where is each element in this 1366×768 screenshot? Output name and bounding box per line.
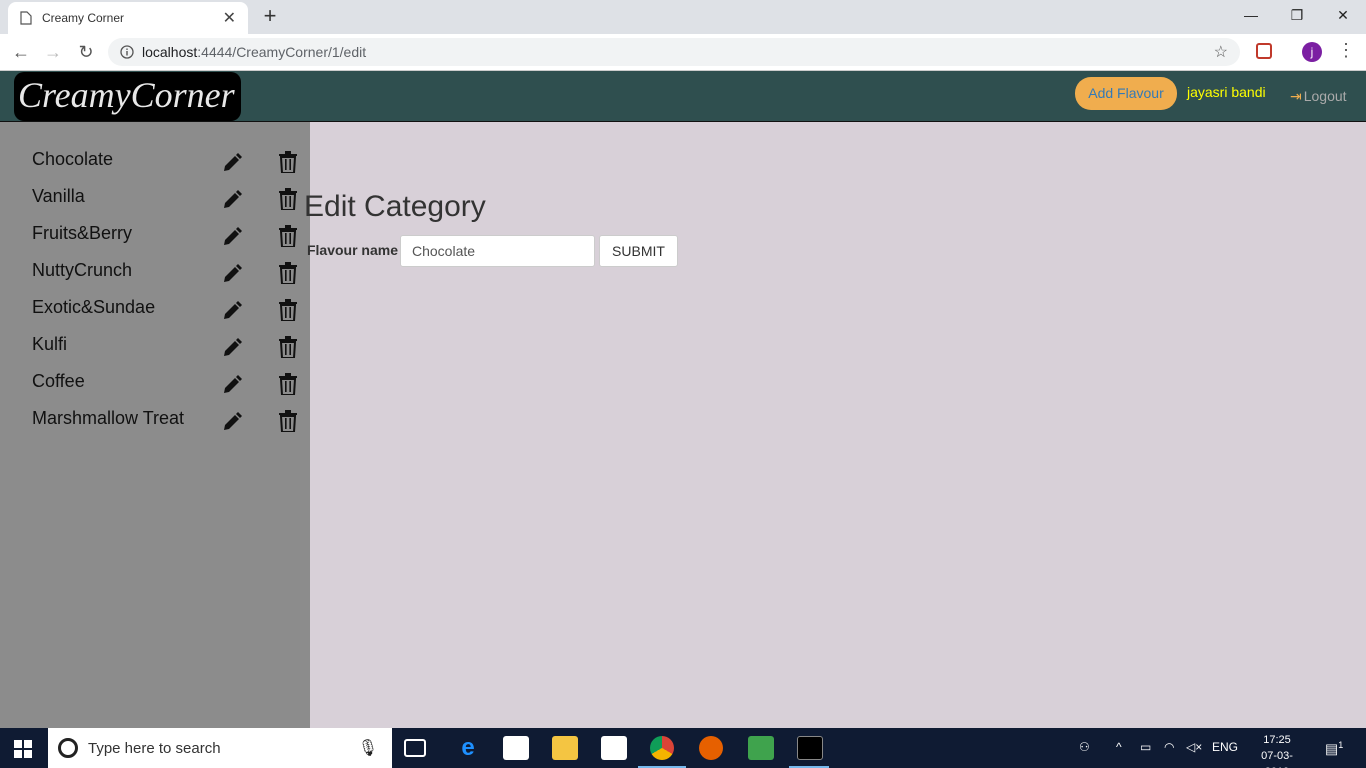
taskbar-search[interactable]: Type here to search 🎙 (48, 728, 392, 768)
mail-icon[interactable] (601, 736, 627, 760)
page-title: Edit Category (304, 190, 486, 223)
notepad-plus-icon[interactable] (748, 736, 774, 760)
sidebar-item-label[interactable]: Marshmallow Treat (32, 408, 184, 429)
flavour-name-label: Flavour name: (306, 242, 398, 258)
sidebar-item-label[interactable]: Kulfi (32, 334, 67, 355)
profile-avatar[interactable]: j (1302, 42, 1322, 62)
edit-pencil-icon[interactable] (222, 227, 242, 247)
tab-title: Creamy Corner (42, 11, 125, 25)
app-logo[interactable]: CreamyCorner (14, 72, 241, 121)
reload-button[interactable]: ↻ (74, 40, 98, 64)
sidebar-item: Exotic&Sundae (0, 297, 310, 334)
volume-icon[interactable]: ◁× (1186, 740, 1202, 754)
edit-pencil-icon[interactable] (222, 301, 242, 321)
logout-label: Logout (1303, 88, 1347, 104)
restore-button[interactable]: ❐ (1274, 0, 1320, 30)
trash-icon[interactable] (278, 336, 298, 358)
minimize-button[interactable]: — (1228, 0, 1274, 30)
sidebar-item-label[interactable]: Chocolate (32, 149, 113, 170)
bookmark-star-icon[interactable]: ☆ (1214, 42, 1228, 62)
edge-icon[interactable]: e (455, 736, 481, 760)
clock-date: 07-03-2019 (1261, 750, 1293, 768)
forward-button[interactable]: → (41, 40, 65, 64)
notification-icon[interactable]: ▤1 (1325, 740, 1343, 758)
sidebar-item: Chocolate (0, 149, 310, 186)
trash-icon[interactable] (278, 262, 298, 284)
logout-link[interactable]: ⇥ Logout (1290, 88, 1347, 105)
file-explorer-icon[interactable] (552, 736, 578, 760)
submit-button[interactable]: SUBMIT (599, 235, 678, 267)
store-icon[interactable] (503, 736, 529, 760)
terminal-icon[interactable] (797, 736, 823, 760)
sidebar-item: NuttyCrunch (0, 260, 310, 297)
notification-count: 1 (1338, 740, 1344, 750)
sidebar-item-label[interactable]: NuttyCrunch (32, 260, 132, 281)
sidebar-item-label[interactable]: Vanilla (32, 186, 85, 207)
browser-tab-strip: Creamy Corner ✕ + — ❐ ✕ (0, 0, 1366, 34)
browser-menu-icon[interactable]: ⋮ (1337, 40, 1355, 61)
edit-pencil-icon[interactable] (222, 264, 242, 284)
tray-expand-icon[interactable]: ^ (1116, 740, 1122, 754)
app-header: CreamyCorner Add Flavour jayasri bandi ⇥… (0, 71, 1366, 122)
category-sidebar: Chocolate Vanilla Fruits&Berry NuttyCrunch E… (0, 122, 310, 728)
sidebar-item-label[interactable]: Exotic&Sundae (32, 297, 155, 318)
windows-taskbar: Type here to search 🎙 e ⚇ ^ ▭ ◠ ◁× ENG 1… (0, 728, 1366, 768)
add-flavour-button[interactable]: Add Flavour (1075, 77, 1177, 110)
extension-icon[interactable] (1256, 43, 1272, 59)
address-bar[interactable]: localhost:4444/CreamyCorner/1/edit ☆ (108, 38, 1240, 66)
new-tab-button[interactable]: + (258, 4, 282, 28)
trash-icon[interactable] (278, 410, 298, 432)
close-window-button[interactable]: ✕ (1320, 0, 1366, 30)
chrome-icon[interactable] (650, 736, 674, 760)
people-icon[interactable]: ⚇ (1079, 740, 1090, 754)
user-name: jayasri bandi (1187, 84, 1266, 100)
page-icon (20, 11, 32, 25)
sidebar-item-label[interactable]: Fruits&Berry (32, 223, 132, 244)
windows-start-icon[interactable] (14, 740, 32, 758)
language-indicator[interactable]: ENG (1212, 740, 1238, 754)
trash-icon[interactable] (278, 225, 298, 247)
flavour-name-input[interactable] (400, 235, 595, 267)
edit-pencil-icon[interactable] (222, 412, 242, 432)
trash-icon[interactable] (278, 151, 298, 173)
clock-time: 17:25 (1263, 734, 1291, 746)
trash-icon[interactable] (278, 188, 298, 210)
wifi-icon[interactable]: ◠ (1164, 740, 1174, 754)
edit-pencil-icon[interactable] (222, 375, 242, 395)
sidebar-item-label[interactable]: Coffee (32, 371, 85, 392)
trash-icon[interactable] (278, 299, 298, 321)
sidebar-item: Vanilla (0, 186, 310, 223)
url-path: :4444/CreamyCorner/1/edit (197, 44, 367, 60)
firefox-icon[interactable] (699, 736, 723, 760)
clock[interactable]: 17:25 07-03-2019 (1250, 732, 1304, 768)
sidebar-item: Marshmallow Treat (0, 408, 310, 445)
sidebar-item: Coffee (0, 371, 310, 408)
edit-pencil-icon[interactable] (222, 153, 242, 173)
browser-tab[interactable]: Creamy Corner ✕ (8, 2, 248, 34)
microphone-icon[interactable]: 🎙 (358, 738, 378, 758)
sidebar-item: Kulfi (0, 334, 310, 371)
edit-pencil-icon[interactable] (222, 190, 242, 210)
battery-icon[interactable]: ▭ (1140, 740, 1151, 754)
close-tab-icon[interactable]: ✕ (223, 8, 236, 28)
info-icon (120, 45, 134, 59)
task-view-icon[interactable] (404, 739, 426, 757)
logout-icon: ⇥ (1290, 88, 1302, 104)
edit-pencil-icon[interactable] (222, 338, 242, 358)
trash-icon[interactable] (278, 373, 298, 395)
search-placeholder: Type here to search (88, 739, 221, 757)
browser-toolbar: ← → ↻ localhost:4444/CreamyCorner/1/edit… (0, 34, 1366, 71)
cortana-icon (58, 738, 78, 758)
back-button[interactable]: ← (9, 40, 33, 64)
sidebar-item: Fruits&Berry (0, 223, 310, 260)
url-host: localhost (142, 44, 198, 60)
